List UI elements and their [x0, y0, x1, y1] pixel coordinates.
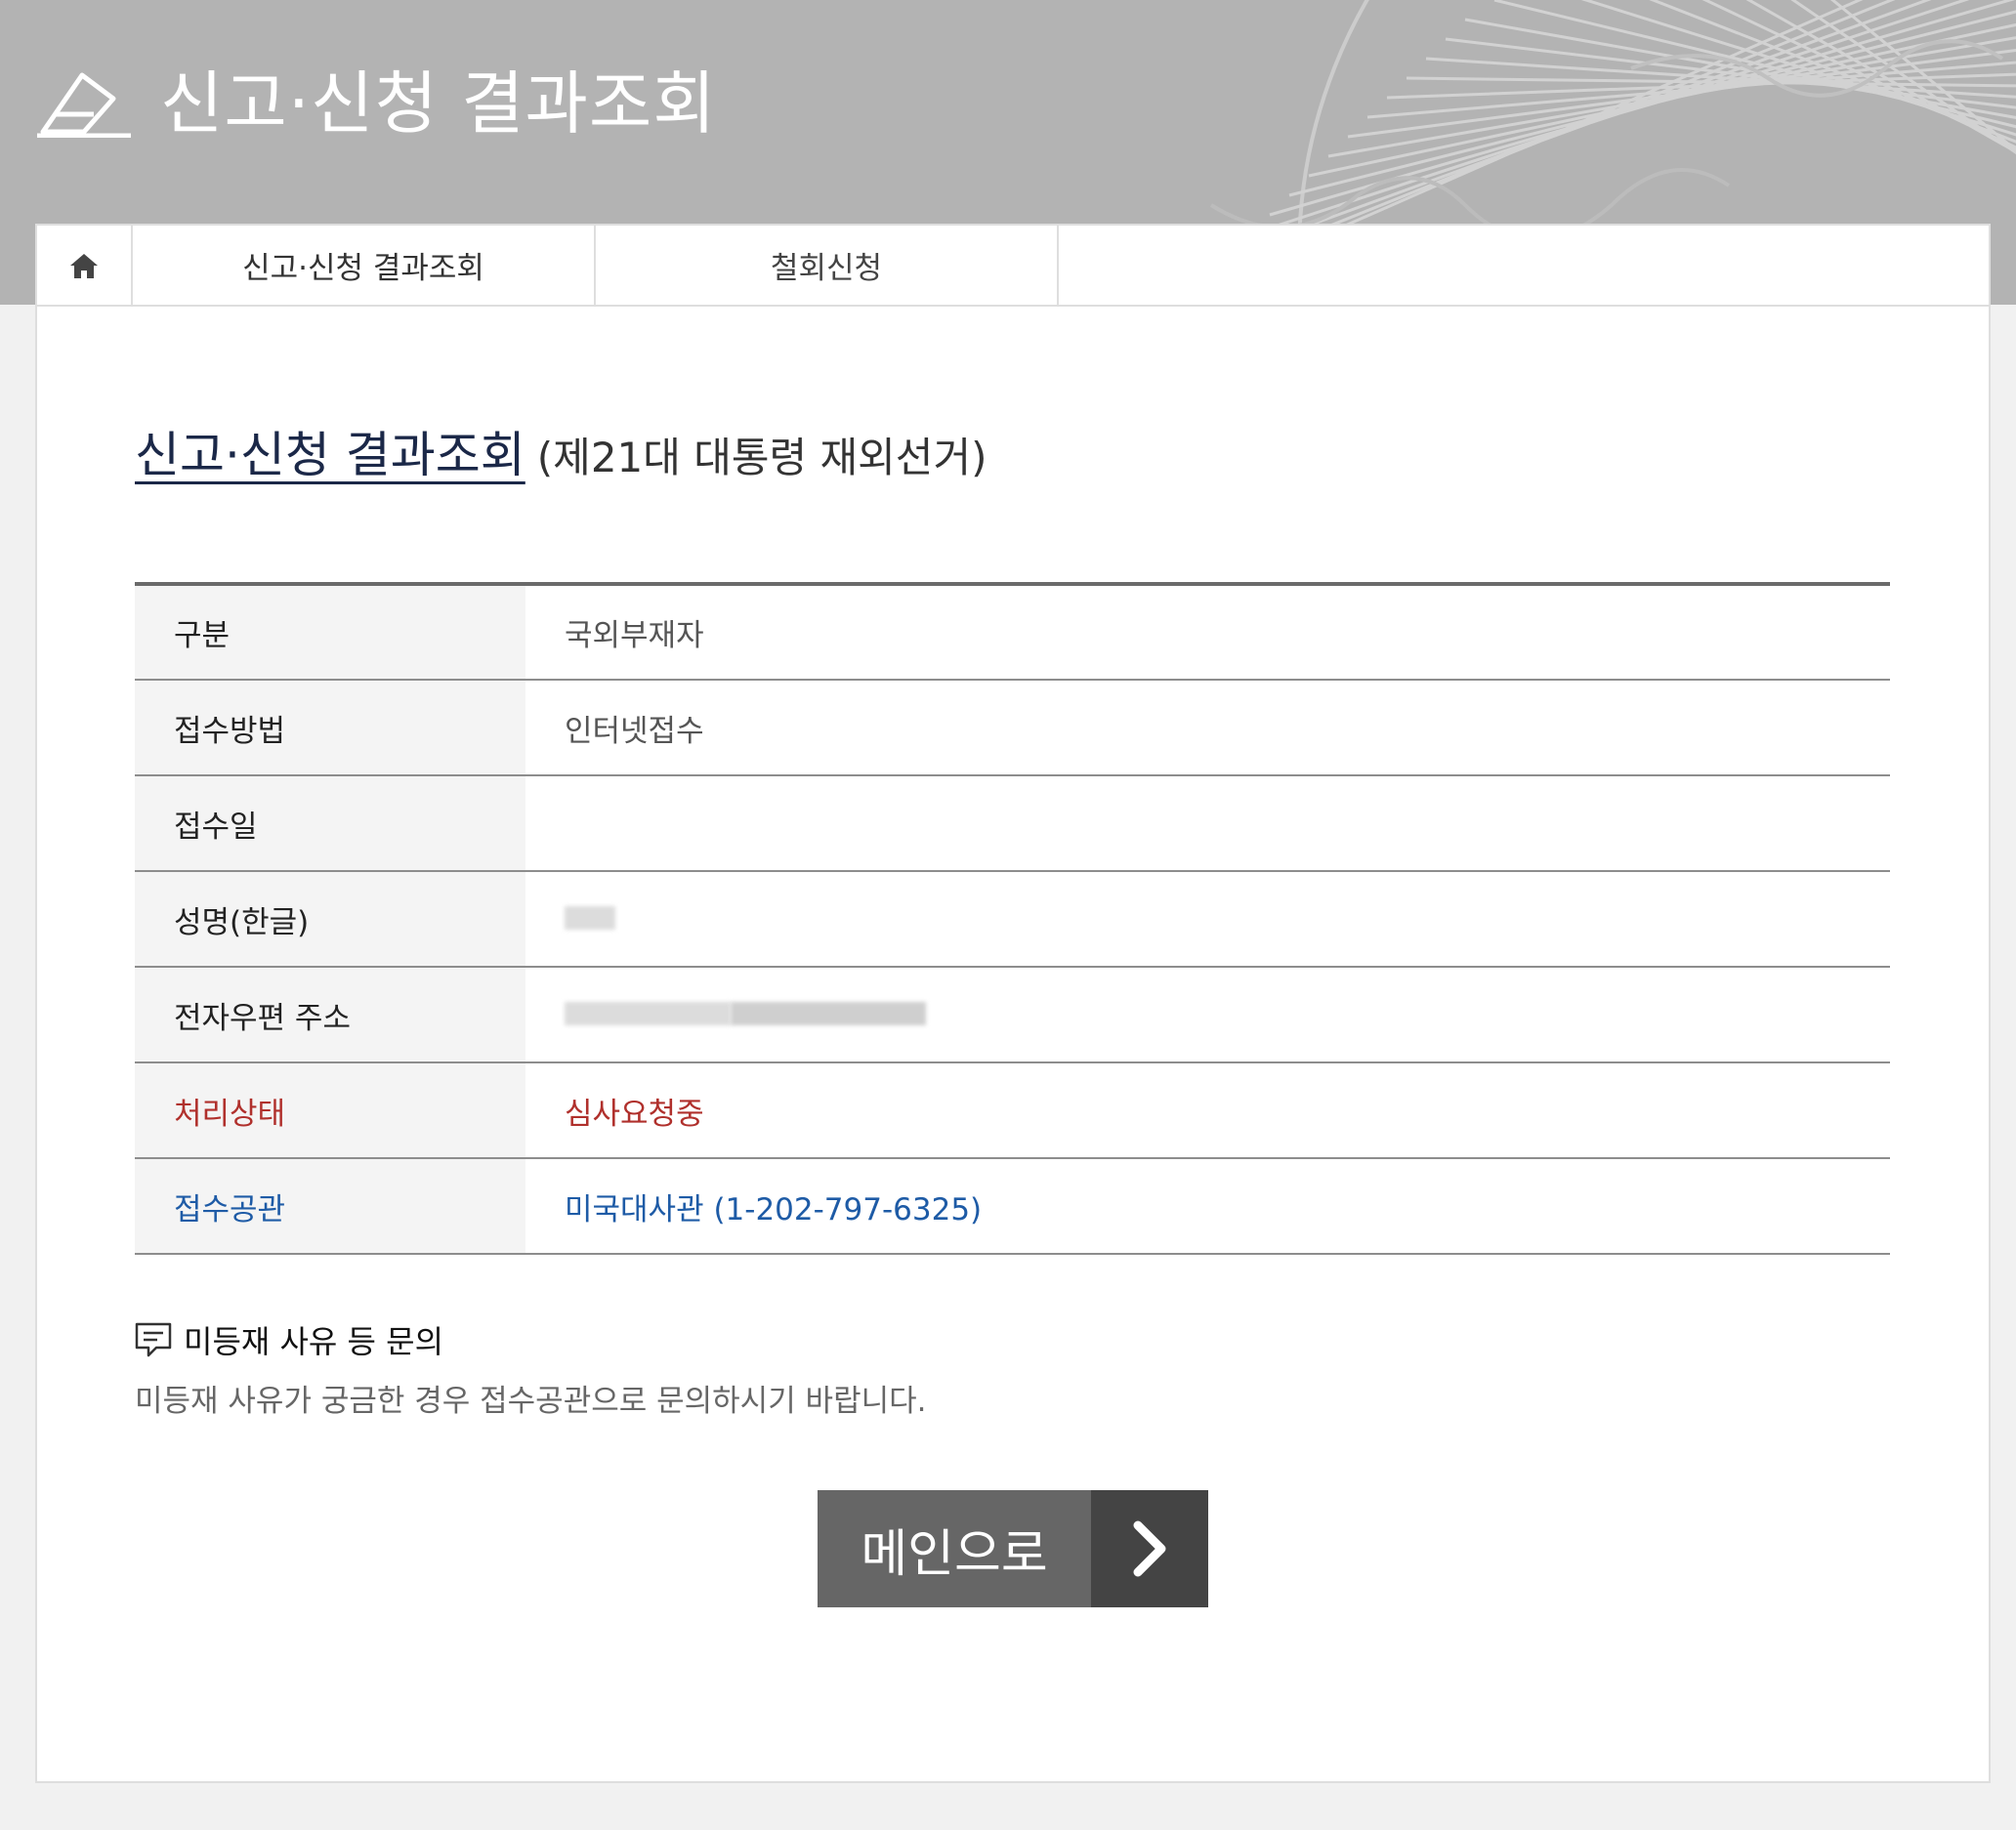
redacted-email	[525, 967, 1890, 1063]
header-title: 신고·신청 결과조회	[160, 62, 717, 144]
go-main-button[interactable]: 메인으로	[818, 1490, 1208, 1607]
page-heading: 신고·신청 결과조회 (제21대 대통령 재외선거)	[135, 416, 987, 486]
tab-result-inquiry[interactable]: 신고·신청 결과조회	[133, 226, 596, 305]
result-table: 구분 국외부재자 접수방법 인터넷접수 접수일 성명(한글) 전자우편 주소 처…	[135, 582, 1890, 1255]
table-row: 전자우편 주소	[135, 967, 1890, 1063]
row-label: 전자우편 주소	[135, 967, 525, 1063]
tab-home[interactable]	[37, 226, 133, 305]
table-row: 구분 국외부재자	[135, 584, 1890, 681]
row-value: 인터넷접수	[525, 680, 1890, 776]
notice-description: 미등재 사유가 궁금한 경우 접수공관으로 문의하시기 바랍니다.	[135, 1384, 927, 1419]
tab-bar: 신고·신청 결과조회 철회신청	[37, 226, 1989, 307]
content-card: 신고·신청 결과조회 철회신청 신고·신청 결과조회 (제21대 대통령 재외선…	[35, 224, 1991, 1783]
table-row: 성명(한글)	[135, 871, 1890, 968]
row-label: 접수방법	[135, 680, 525, 776]
row-label: 접수일	[135, 775, 525, 872]
office-value: 미국대사관 (1-202-797-6325)	[525, 1158, 1890, 1255]
pencil-eraser-icon	[37, 72, 131, 138]
page-title: 신고·신청 결과조회	[135, 427, 525, 483]
row-value: 국외부재자	[525, 584, 1890, 681]
go-main-button-label: 메인으로	[818, 1490, 1091, 1607]
row-label: 처리상태	[135, 1062, 525, 1159]
notice-title-row: 미등재 사유 등 문의	[135, 1317, 927, 1362]
redacted-blur	[565, 902, 615, 937]
row-label: 접수공관	[135, 1158, 525, 1255]
table-row: 접수공관 미국대사관 (1-202-797-6325)	[135, 1158, 1890, 1255]
table-row: 접수일	[135, 775, 1890, 872]
notice-section: 미등재 사유 등 문의 미등재 사유가 궁금한 경우 접수공관으로 문의하시기 …	[135, 1317, 927, 1420]
row-label: 구분	[135, 584, 525, 681]
row-label: 성명(한글)	[135, 871, 525, 968]
table-row: 처리상태 심사요청중	[135, 1062, 1890, 1159]
redacted-name	[525, 871, 1890, 968]
tab-withdrawal[interactable]: 철회신청	[596, 226, 1059, 305]
chat-bubble-icon	[135, 1322, 172, 1357]
redacted-blur	[565, 998, 926, 1033]
row-value	[525, 775, 1890, 872]
status-value: 심사요청중	[525, 1062, 1890, 1159]
home-icon	[70, 253, 98, 278]
table-row: 접수방법 인터넷접수	[135, 680, 1890, 776]
page-subtitle: (제21대 대통령 재외선거)	[536, 434, 987, 481]
chevron-right-icon	[1091, 1490, 1208, 1607]
notice-title: 미등재 사유 등 문의	[184, 1323, 444, 1360]
header-title-group: 신고·신청 결과조회	[35, 49, 717, 146]
